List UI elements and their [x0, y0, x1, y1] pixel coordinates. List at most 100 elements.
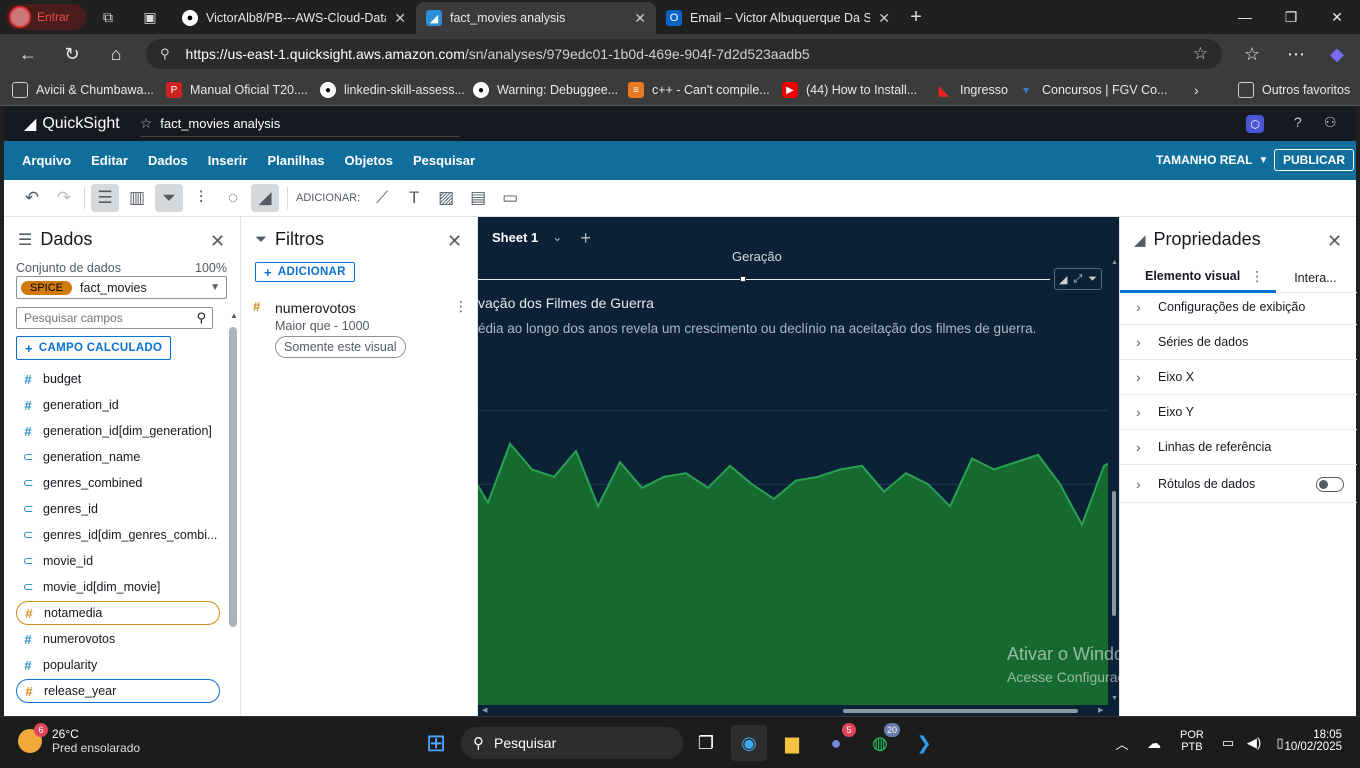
bookmark-item[interactable]: ▾ Concursos | FGV Co...	[1018, 80, 1168, 100]
data-point[interactable]	[992, 467, 996, 471]
clock[interactable]: 18:05 10/02/2025	[1278, 729, 1342, 753]
favorites-icon[interactable]: ☆	[1237, 40, 1267, 68]
data-point[interactable]	[640, 486, 644, 490]
field-search-box[interactable]: ⚲	[16, 307, 213, 329]
field-release-year[interactable]: # release_year	[16, 679, 220, 703]
workspaces-icon[interactable]: ⧉	[97, 6, 119, 28]
close-data-panel-icon[interactable]: ✕	[210, 231, 225, 252]
file-explorer-icon[interactable]: ▆	[774, 725, 810, 761]
data-point[interactable]	[574, 449, 578, 453]
close-filters-panel-icon[interactable]: ✕	[447, 231, 462, 252]
star-icon[interactable]: ☆	[140, 115, 153, 132]
data-point[interactable]	[948, 504, 952, 508]
data-point[interactable]	[772, 497, 776, 501]
prop-data-series[interactable]: › Séries de dados	[1120, 325, 1357, 360]
taskbar-search[interactable]: ⚲ Pesquisar	[461, 727, 683, 759]
bookmark-item[interactable]: ● linkedin-skill-assess...	[320, 80, 465, 100]
bookmark-item[interactable]: ● Warning: Debuggee...	[473, 80, 618, 100]
data-point[interactable]	[904, 471, 908, 475]
expand-icon[interactable]: ⤢	[1073, 273, 1082, 286]
publish-button[interactable]: PUBLICAR	[1274, 149, 1354, 171]
data-icon[interactable]: ☰	[91, 184, 119, 212]
field-genres-id[interactable]: ⊂ genres_id	[16, 497, 220, 521]
tab-visual-element[interactable]: Elemento visual ⋮	[1120, 263, 1277, 293]
field-generation-name[interactable]: ⊂ generation_name	[16, 445, 220, 469]
tab-github[interactable]: ● VictorAlb8/PB---AWS-Cloud-Data ✕	[172, 2, 416, 34]
whatsapp-icon[interactable]: ◍ 20	[862, 723, 900, 761]
edge-icon[interactable]: ◉	[731, 725, 767, 761]
bookmark-item[interactable]: ≡ c++ - Can't compile...	[628, 80, 770, 100]
data-point[interactable]	[750, 482, 754, 486]
format-visual-icon[interactable]: ◢	[1059, 273, 1067, 286]
bookmark-item[interactable]: P Manual Oficial T20....	[166, 80, 308, 100]
visual-filter-icon[interactable]: ⏷	[1088, 273, 1097, 286]
data-point[interactable]	[596, 504, 600, 508]
data-point[interactable]	[882, 490, 886, 494]
back-icon[interactable]: ←	[13, 40, 43, 68]
close-properties-panel-icon[interactable]: ✕	[1327, 231, 1342, 252]
filter-card[interactable]: # numerovotos ⋮ Maior que - 1000 Somente…	[241, 293, 477, 363]
data-point[interactable]	[794, 479, 798, 483]
view-size-dropdown[interactable]: TAMANHO REAL ▼	[1156, 153, 1268, 167]
chevron-down-icon[interactable]: ⌄	[552, 230, 562, 244]
tab-outlook[interactable]: O Email – Victor Albuquerque Da Si ✕	[656, 2, 900, 34]
undo-icon[interactable]: ↶	[18, 184, 46, 212]
data-point[interactable]	[1058, 482, 1062, 486]
sheet-tab[interactable]: Sheet 1 ⌄	[484, 217, 571, 259]
insights-icon[interactable]: ◌	[219, 184, 247, 212]
add-visual-icon[interactable]: ⟋	[368, 184, 396, 212]
quicksight-logo[interactable]: ◢ QuickSight	[24, 114, 120, 134]
tab-quicksight[interactable]: ◢ fact_movies analysis ✕	[416, 2, 656, 34]
filter-icon[interactable]: ⏷	[155, 184, 183, 212]
data-point[interactable]	[618, 460, 622, 464]
menu-dados[interactable]: Dados	[148, 153, 188, 168]
prop-display-settings[interactable]: › Configurações de exibição	[1120, 290, 1357, 325]
prop-data-labels[interactable]: › Rótulos de dados	[1120, 465, 1357, 503]
data-point[interactable]	[552, 475, 556, 479]
add-image-icon[interactable]: ▨	[432, 184, 460, 212]
data-point[interactable]	[1080, 523, 1084, 527]
new-tab-icon[interactable]: +	[905, 6, 927, 28]
vscode-icon[interactable]: ❯	[906, 725, 942, 761]
fields-scrollbar[interactable]: ▲	[229, 311, 238, 717]
field-notamedia[interactable]: # notamedia	[16, 601, 220, 625]
add-insight-icon[interactable]: ▤	[464, 184, 492, 212]
add-sheet-icon[interactable]: +	[580, 228, 591, 249]
visualize-icon[interactable]: ▥	[123, 184, 151, 212]
menu-planilhas[interactable]: Planilhas	[267, 153, 324, 168]
bookmark-item[interactable]: ▶ (44) How to Install...	[782, 80, 917, 100]
properties-icon[interactable]: ◢	[251, 184, 279, 212]
close-tab-icon[interactable]: ✕	[878, 10, 890, 27]
horizontal-scrollbar[interactable]: ◀ ▶	[478, 706, 1119, 716]
resize-handle[interactable]	[740, 276, 746, 282]
add-text-icon[interactable]: T	[400, 184, 428, 212]
discord-icon[interactable]: ● 5	[818, 723, 856, 761]
copilot-icon[interactable]: ◆	[1322, 40, 1352, 68]
show-hidden-icons-icon[interactable]: ︿	[1104, 725, 1140, 761]
data-point[interactable]	[662, 475, 666, 479]
tab-actions-icon[interactable]: ▣	[139, 6, 161, 28]
field-popularity[interactable]: # popularity	[16, 653, 220, 677]
data-point[interactable]	[1014, 460, 1018, 464]
data-point[interactable]	[706, 486, 710, 490]
refresh-icon[interactable]: ↻	[57, 40, 87, 68]
analysis-name-field[interactable]: ☆ fact_movies analysis	[139, 111, 460, 137]
prop-reference-lines[interactable]: › Linhas de referência	[1120, 430, 1357, 465]
data-point[interactable]	[486, 501, 490, 505]
data-point[interactable]	[926, 482, 930, 486]
field-movie-id[interactable]: ⊂ movie_id	[16, 549, 220, 573]
menu-editar[interactable]: Editar	[91, 153, 128, 168]
redo-icon[interactable]: ↷	[50, 184, 78, 212]
field-genres-combined[interactable]: ⊂ genres_combined	[16, 471, 220, 495]
more-bookmarks-icon[interactable]: ›	[1194, 80, 1199, 100]
language-indicator[interactable]: POR PTB	[1180, 729, 1204, 753]
bookmark-item[interactable]: ◣ Ingresso	[936, 80, 1008, 100]
add-filter-button[interactable]: + ADICIONAR	[255, 262, 355, 282]
field-generation-id[interactable]: # generation_id	[16, 393, 220, 417]
bookmark-item[interactable]: Avicii & Chumbawa...	[12, 80, 154, 100]
menu-inserir[interactable]: Inserir	[208, 153, 248, 168]
close-window-icon[interactable]: ✕	[1314, 0, 1360, 34]
filter-scope-badge[interactable]: Somente este visual	[275, 336, 406, 358]
q-assistant-icon[interactable]: ⬡	[1246, 115, 1264, 133]
prop-y-axis[interactable]: › Eixo Y	[1120, 395, 1357, 430]
